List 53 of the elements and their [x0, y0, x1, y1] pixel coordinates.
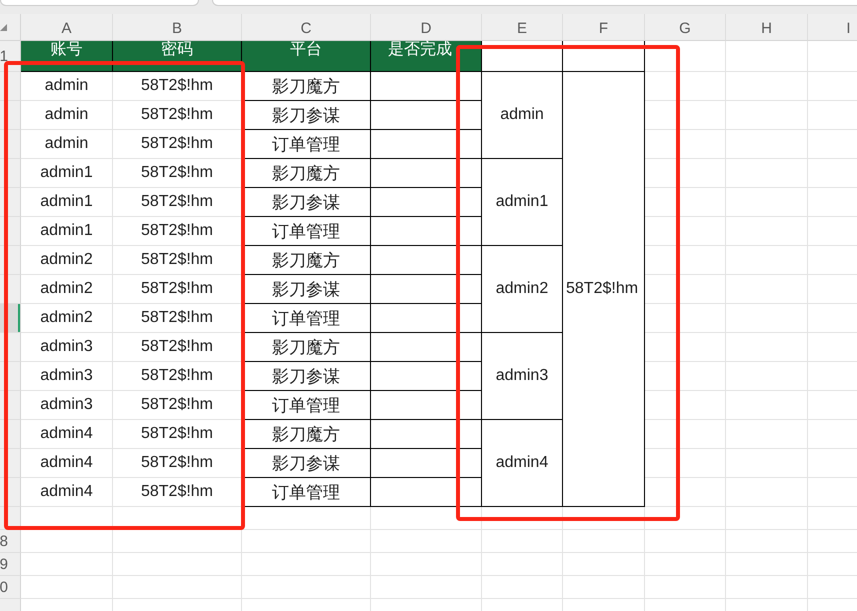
merged-cell: admin4	[482, 420, 563, 507]
merged-cell: 58T2$!hm	[563, 72, 645, 507]
row-header[interactable]: 8	[0, 530, 21, 553]
column-header[interactable]: A	[21, 14, 113, 41]
column-header[interactable]: C	[242, 14, 371, 41]
table-cell: 订单管理	[242, 391, 371, 420]
select-all-icon[interactable]	[0, 24, 7, 31]
table-cell: 影刀参谋	[242, 449, 371, 478]
table-cell: admin3	[21, 333, 113, 362]
table-cell: 订单管理	[242, 478, 371, 507]
table-cell: 影刀魔方	[242, 246, 371, 275]
table-cell: 影刀参谋	[242, 101, 371, 130]
table-cell: admin4	[21, 420, 113, 449]
table-cell: 影刀魔方	[242, 72, 371, 101]
column-header[interactable]: G	[645, 14, 726, 41]
table-cell: admin1	[21, 159, 113, 188]
table-cell: 影刀魔方	[242, 333, 371, 362]
table-cell: 影刀参谋	[242, 362, 371, 391]
table-cell: 订单管理	[242, 304, 371, 333]
table-cell: admin3	[21, 391, 113, 420]
table-cell: admin1	[21, 217, 113, 246]
table-cell: admin2	[21, 246, 113, 275]
table-cell: admin4	[21, 449, 113, 478]
merged-cell: admin	[482, 72, 563, 159]
merged-cell: admin1	[482, 159, 563, 246]
row-header[interactable]: 9	[0, 553, 21, 576]
column-header[interactable]: D	[371, 14, 482, 41]
table-cell: 订单管理	[242, 217, 371, 246]
column-header[interactable]: H	[726, 14, 808, 41]
table-cell: 订单管理	[242, 130, 371, 159]
table-cell: admin1	[21, 188, 113, 217]
formula-bar-field[interactable]	[212, 0, 857, 6]
table-header-cell: 平台	[242, 41, 371, 72]
table-cell: 影刀参谋	[242, 188, 371, 217]
column-header[interactable]: I	[808, 14, 857, 41]
table-cell: 影刀魔方	[242, 420, 371, 449]
table-cell: admin2	[21, 275, 113, 304]
table-cell: admin	[21, 130, 113, 159]
row-header[interactable]: 0	[0, 576, 21, 599]
column-header[interactable]: E	[482, 14, 563, 41]
column-header[interactable]: F	[563, 14, 645, 41]
table-cell: admin3	[21, 362, 113, 391]
table-cell: admin2	[21, 304, 113, 333]
name-box-field[interactable]	[0, 0, 199, 6]
table-header-cell: 是否完成	[371, 41, 482, 72]
table-cell: admin	[21, 101, 113, 130]
table-cell: 影刀魔方	[242, 159, 371, 188]
merged-cell: admin3	[482, 333, 563, 420]
merged-cell: admin2	[482, 246, 563, 333]
table-cell: admin	[21, 72, 113, 101]
table-cell: admin4	[21, 478, 113, 507]
column-header[interactable]: B	[113, 14, 242, 41]
table-cell: 影刀参谋	[242, 275, 371, 304]
